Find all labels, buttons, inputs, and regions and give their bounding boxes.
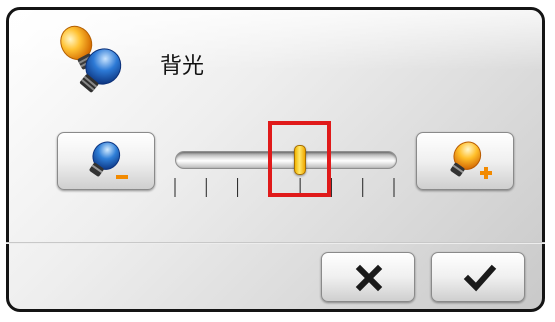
checkmark-icon <box>463 264 497 292</box>
yellow-bulb-plus-icon <box>450 141 492 179</box>
increase-brightness-button[interactable] <box>416 132 514 190</box>
highlight-box <box>268 121 331 197</box>
cancel-button[interactable] <box>321 252 415 302</box>
ok-button[interactable] <box>431 252 525 302</box>
close-x-icon <box>355 264 383 292</box>
